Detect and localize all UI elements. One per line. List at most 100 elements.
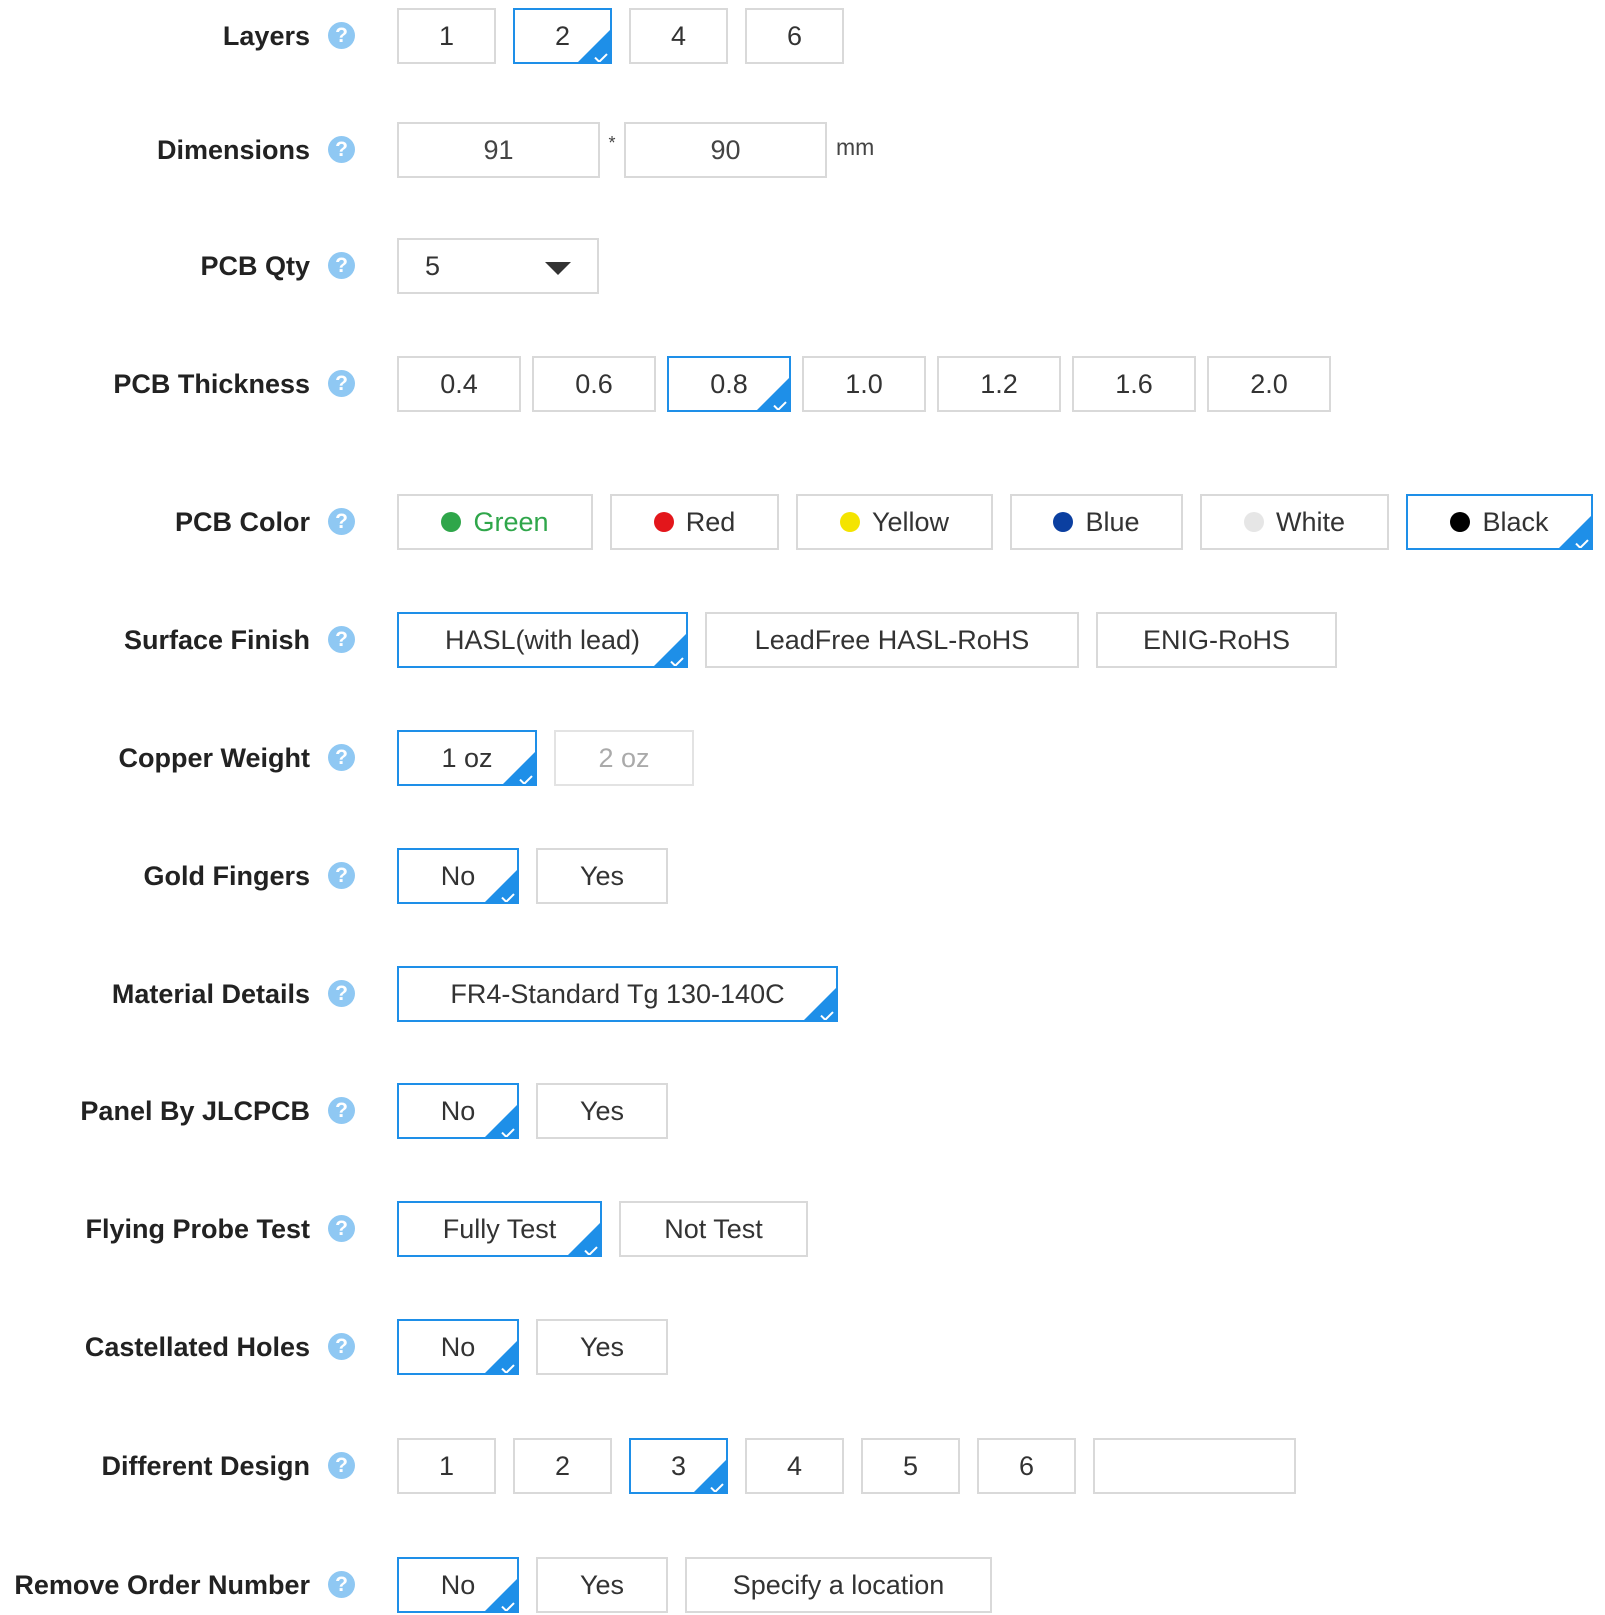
layers-options: 1 2 4 6 [397,6,861,66]
material-row: Material Details ? FR4-Standard Tg 130-1… [0,964,1605,1024]
color-options: Green Red Yellow Blue White Black [397,492,1593,552]
color-row: PCB Color ? Green Red Yellow Blue White … [0,492,1605,552]
remove-order-number-option[interactable]: Specify a location [685,1557,992,1613]
check-icon [1575,535,1589,548]
help-icon[interactable]: ? [328,136,355,163]
color-option-black[interactable]: Black [1406,494,1593,550]
help-icon[interactable]: ? [328,1452,355,1479]
material-label: Material Details [111,979,310,1009]
color-option-yellow[interactable]: Yellow [796,494,993,550]
different-design-label: Different Design [101,1451,310,1481]
panel-option[interactable]: No [397,1083,519,1139]
remove-order-number-option[interactable]: Yes [536,1557,668,1613]
dimensions-inputs: 91 * 90 mm [397,120,874,180]
help-icon[interactable]: ? [328,252,355,279]
panel-option[interactable]: Yes [536,1083,668,1139]
dimension-width-input[interactable]: 91 [397,122,600,178]
castellated-row: Castellated Holes ? No Yes [0,1317,1605,1377]
layers-option-4[interactable]: 4 [629,8,728,64]
check-icon [670,653,684,666]
help-icon[interactable]: ? [328,1333,355,1360]
different-design-option[interactable]: 1 [397,1438,496,1494]
help-icon[interactable]: ? [328,1097,355,1124]
thickness-option[interactable]: 1.2 [937,356,1061,412]
pcb-qty-row: PCB Qty ? 5 [0,236,1605,296]
check-icon [501,1598,515,1611]
thickness-option[interactable]: 1.6 [1072,356,1196,412]
different-design-option[interactable]: 2 [513,1438,612,1494]
help-icon[interactable]: ? [328,370,355,397]
flying-probe-label: Flying Probe Test [85,1214,310,1244]
different-design-custom-input[interactable] [1093,1438,1296,1494]
layers-option-6[interactable]: 6 [745,8,844,64]
thickness-options: 0.4 0.6 0.8 1.0 1.2 1.6 2.0 [397,354,1342,414]
thickness-option[interactable]: 1.0 [802,356,926,412]
help-icon[interactable]: ? [328,626,355,653]
chevron-down-icon [545,262,571,275]
thickness-option[interactable]: 0.4 [397,356,521,412]
layers-row: Layers ? 1 2 4 6 [0,6,1605,66]
check-icon [710,1479,724,1492]
castellated-option[interactable]: Yes [536,1319,668,1375]
thickness-option[interactable]: 2.0 [1207,356,1331,412]
color-option-red[interactable]: Red [610,494,779,550]
help-icon[interactable]: ? [328,508,355,535]
help-icon[interactable]: ? [328,1215,355,1242]
color-option-green[interactable]: Green [397,494,593,550]
remove-order-number-option[interactable]: No [397,1557,519,1613]
panel-row: Panel By JLCPCB ? No Yes [0,1081,1605,1141]
flying-probe-option[interactable]: Not Test [619,1201,808,1257]
flying-probe-row: Flying Probe Test ? Fully Test Not Test [0,1199,1605,1259]
gold-fingers-option[interactable]: No [397,848,519,904]
different-design-option[interactable]: 5 [861,1438,960,1494]
help-icon[interactable]: ? [328,862,355,889]
help-icon[interactable]: ? [328,744,355,771]
surface-finish-option[interactable]: HASL(with lead) [397,612,688,668]
check-icon [584,1242,598,1255]
castellated-option[interactable]: No [397,1319,519,1375]
help-icon[interactable]: ? [328,22,355,49]
copper-weight-option: 2 oz [554,730,694,786]
dimensions-label: Dimensions [156,135,310,165]
different-design-option[interactable]: 6 [977,1438,1076,1494]
remove-order-number-label: Remove Order Number [14,1570,310,1600]
copper-weight-label: Copper Weight [118,743,311,773]
dimension-height-input[interactable]: 90 [624,122,827,178]
dimension-separator: * [608,132,616,153]
surface-finish-option[interactable]: ENIG-RoHS [1096,612,1337,668]
color-swatch-icon [1450,512,1471,532]
castellated-options: No Yes [397,1317,685,1377]
check-icon [501,889,515,902]
different-design-option[interactable]: 4 [745,1438,844,1494]
pcb-qty-select[interactable]: 5 [397,238,599,294]
dimensions-row: Dimensions ? 91 * 90 mm [0,120,1605,180]
color-label: PCB Color [175,507,310,537]
pcb-qty-control: 5 [397,236,599,296]
panel-options: No Yes [397,1081,685,1141]
layers-option-2[interactable]: 2 [513,8,612,64]
help-icon[interactable]: ? [328,1571,355,1598]
check-icon [773,397,787,410]
surface-finish-option[interactable]: LeadFree HASL-RoHS [705,612,1079,668]
copper-weight-options: 1 oz 2 oz [397,728,711,788]
layers-label: Layers [222,21,310,51]
help-icon[interactable]: ? [328,980,355,1007]
remove-order-number-row: Remove Order Number ? No Yes Specify a l… [0,1555,1605,1615]
remove-order-number-options: No Yes Specify a location [397,1555,1009,1615]
different-design-option[interactable]: 3 [629,1438,728,1494]
thickness-option[interactable]: 0.6 [532,356,656,412]
gold-fingers-option[interactable]: Yes [536,848,668,904]
check-icon [820,1007,834,1020]
material-option[interactable]: FR4-Standard Tg 130-140C [397,966,838,1022]
copper-weight-row: Copper Weight ? 1 oz 2 oz [0,728,1605,788]
color-swatch-icon [1053,512,1074,532]
layers-option-1[interactable]: 1 [397,8,496,64]
different-design-options: 1 2 3 4 5 6 [397,1436,1296,1496]
color-option-white[interactable]: White [1200,494,1389,550]
color-option-blue[interactable]: Blue [1010,494,1183,550]
flying-probe-option[interactable]: Fully Test [397,1201,602,1257]
surface-finish-label: Surface Finish [123,625,310,655]
check-icon [519,771,533,784]
copper-weight-option[interactable]: 1 oz [397,730,537,786]
thickness-option[interactable]: 0.8 [667,356,791,412]
